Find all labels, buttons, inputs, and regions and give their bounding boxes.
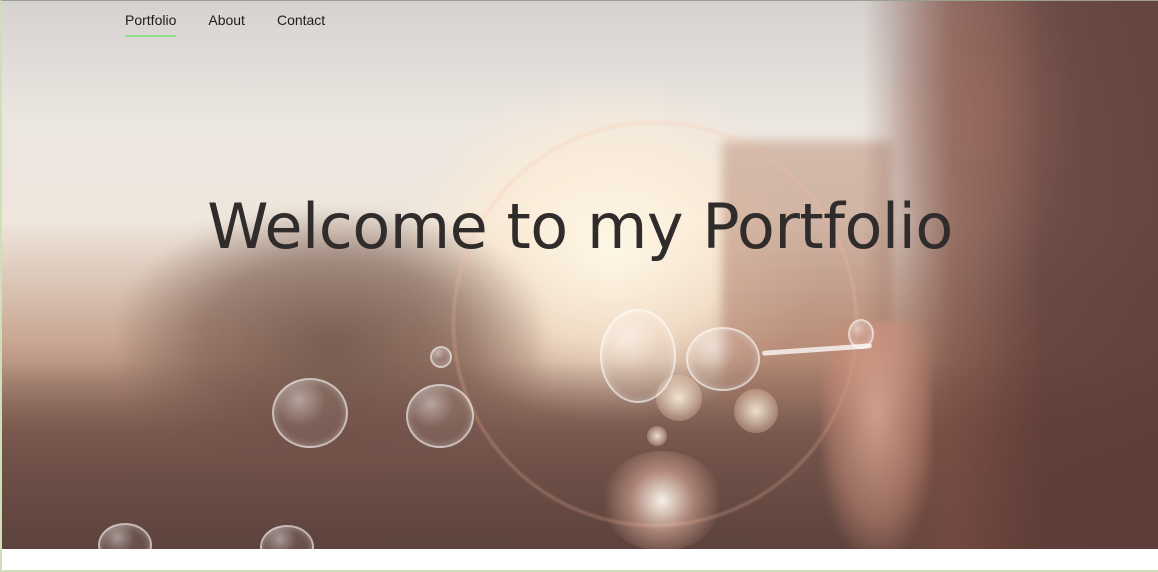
hero-image-bubble — [848, 319, 874, 349]
hero-image-building — [722, 141, 892, 401]
hero-image-sun-glow — [602, 451, 722, 549]
page: Portfolio About Contact Welcome to my Po… — [0, 0, 1158, 572]
hero-image-bokeh — [647, 426, 667, 446]
nav-item-contact[interactable]: Contact — [277, 11, 325, 35]
main-nav: Portfolio About Contact — [125, 11, 325, 37]
hero-image-bokeh — [734, 389, 778, 433]
hero-title: Welcome to my Portfolio — [207, 190, 953, 263]
hero-image-bubble — [406, 384, 474, 448]
hero-image-bubble — [272, 378, 348, 448]
hero-image-bokeh — [656, 375, 702, 421]
nav-item-portfolio[interactable]: Portfolio — [125, 11, 177, 37]
hero-image-bubble — [686, 327, 760, 391]
hero-image-hand — [822, 321, 932, 549]
hero-image-ground — [2, 361, 1158, 549]
hero-section: Portfolio About Contact Welcome to my Po… — [2, 1, 1158, 549]
hero-image-bubble — [98, 523, 152, 549]
hero-image-bubble — [600, 309, 676, 403]
hero-image-bubble — [260, 525, 314, 549]
hero-image-bubble-wand — [761, 343, 873, 356]
hero-image-person — [862, 1, 1158, 549]
hero-image-lens-flare — [452, 121, 858, 527]
nav-item-about[interactable]: About — [208, 11, 245, 35]
hero-image-bubble — [430, 346, 452, 368]
